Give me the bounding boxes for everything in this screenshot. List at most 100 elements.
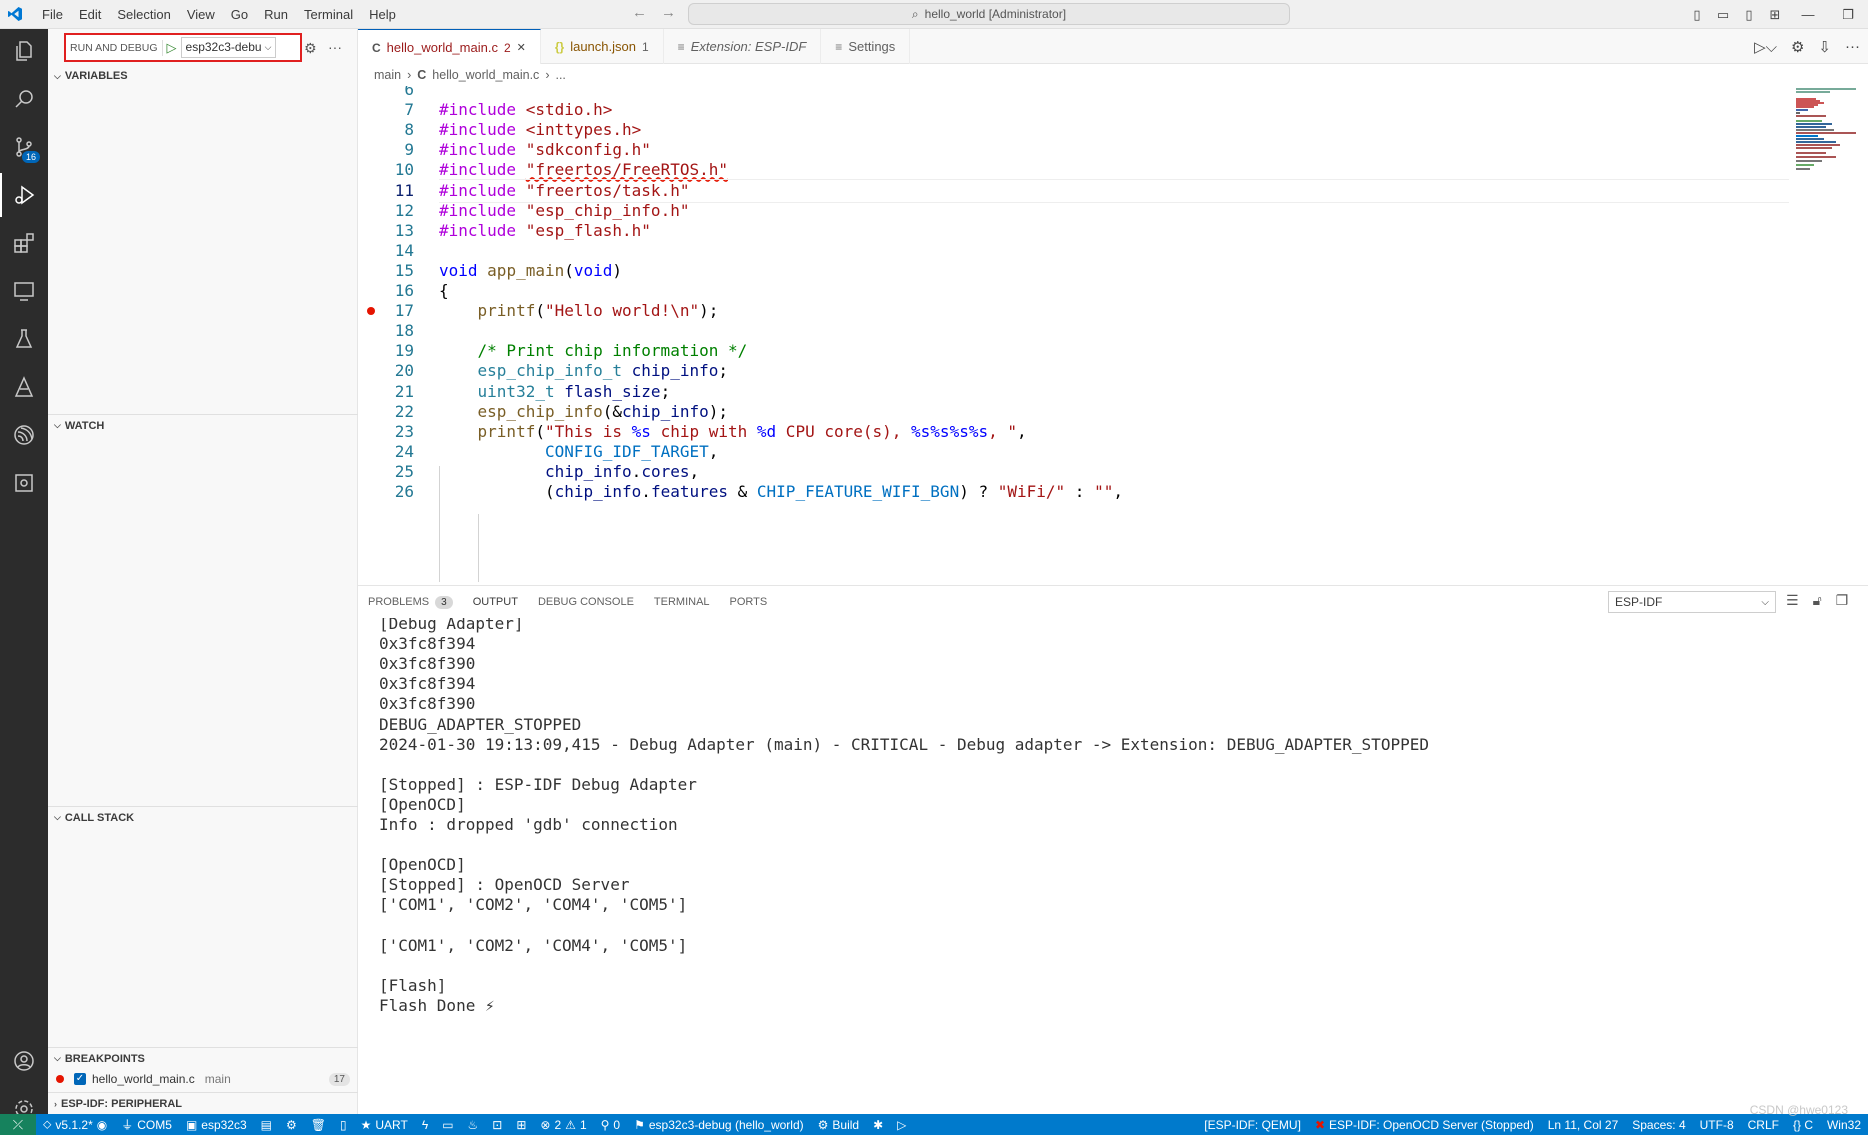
back-arrow-icon[interactable]: ← — [632, 4, 647, 21]
accounts-icon[interactable] — [0, 1039, 48, 1083]
explorer-icon[interactable] — [0, 29, 48, 73]
port-item[interactable]: ⏚ COM5 — [114, 1116, 179, 1133]
flash-icon[interactable]: ⇩ — [1818, 38, 1831, 56]
esp-idf-explorer-icon[interactable] — [0, 461, 48, 505]
menu-terminal[interactable]: Terminal — [296, 7, 361, 22]
deploy-icon[interactable] — [0, 365, 48, 409]
platform[interactable]: Win32 — [1820, 1118, 1868, 1132]
breakpoint-item[interactable]: ✓ hello_world_main.c main 17 — [48, 1068, 358, 1090]
breakpoint-dot-icon — [56, 1075, 64, 1083]
toggle-secondary-sidebar-icon[interactable]: ▯ — [1736, 7, 1762, 23]
breadcrumb-folder[interactable]: main — [374, 68, 401, 82]
source-control-icon[interactable]: 16 — [0, 125, 48, 169]
testing-icon[interactable] — [0, 317, 48, 361]
output-channel-select[interactable]: ESP-IDF ⌵ — [1608, 591, 1776, 613]
idf-version: v5.1.2* — [55, 1117, 93, 1132]
panel-tab-output[interactable]: OUTPUT — [462, 586, 528, 619]
tab-launch-json[interactable]: {} launch.json 1 — [541, 29, 664, 64]
run-debug-sidebar — [48, 29, 358, 1114]
remote-indicator-icon[interactable]: ⤫ — [0, 1114, 36, 1135]
esp-idf-peripheral-section-header[interactable]: › ESP-IDF: PERIPHERAL — [48, 1092, 358, 1114]
remote-explorer-icon[interactable] — [0, 269, 48, 313]
menu-file[interactable]: File — [34, 7, 71, 22]
cursor-position[interactable]: Ln 11, Col 27 — [1541, 1118, 1626, 1132]
debug-bug-icon[interactable]: ✱ — [866, 1118, 890, 1132]
monitor-icon[interactable]: ▭ — [435, 1118, 460, 1132]
code-line[interactable]: 26 (chip_info.features & CHIP_FEATURE_WI… — [358, 480, 1790, 504]
minimap[interactable] — [1790, 86, 1868, 582]
breakpoint-checkbox[interactable]: ✓ — [74, 1073, 86, 1085]
call-stack-section-header[interactable]: ⌵ CALL STACK — [48, 806, 358, 828]
forward-arrow-icon[interactable]: → — [661, 4, 676, 21]
custom-task-icon[interactable]: ⊞ — [509, 1118, 533, 1132]
debug-config-item[interactable]: ⚑ esp32c3-debug (hello_world) — [627, 1118, 811, 1132]
breadcrumb-more[interactable]: ... — [555, 68, 565, 82]
more-actions-icon[interactable]: ··· — [328, 39, 342, 55]
output-line: Flash Done ⚡ — [379, 995, 495, 1015]
language-mode[interactable]: {} C — [1786, 1118, 1820, 1132]
flash-method-item[interactable]: ★ UART — [354, 1118, 415, 1132]
breadcrumb-file[interactable]: hello_world_main.c — [432, 68, 539, 82]
gear-icon: ⚙ — [817, 1117, 829, 1132]
run-debug-icon[interactable] — [0, 173, 48, 217]
toggle-panel-icon[interactable]: ▭ — [1710, 7, 1736, 23]
target-item[interactable]: ▣ esp32c3 — [179, 1118, 254, 1132]
panel-tab-ports[interactable]: PORTS — [720, 586, 778, 619]
settings-gear-icon[interactable]: ⚙ — [279, 1118, 304, 1132]
close-icon[interactable]: ✕ — [517, 41, 526, 54]
idf-version-item[interactable]: ⬦ v5.1.2* ◉ — [36, 1117, 114, 1132]
command-center[interactable]: ⌕ hello_world [Administrator] — [688, 3, 1290, 25]
menu-view[interactable]: View — [179, 7, 223, 22]
lock-icon[interactable]: 🔓︎ — [1813, 592, 1822, 609]
espressif-icon[interactable] — [0, 413, 48, 457]
restore-button[interactable]: ❐ — [1828, 7, 1868, 23]
ports-forward-item[interactable]: ⚲ 0 — [594, 1118, 627, 1132]
start-debugging-icon[interactable]: ▷ — [161, 39, 181, 56]
output-console[interactable]: [Debug Adapter] 0x3fc8f394 0x3fc8f390 0x3fc… — [358, 618, 1868, 1114]
code-token: , — [1017, 421, 1027, 441]
encoding[interactable]: UTF-8 — [1693, 1118, 1741, 1132]
code-editor[interactable]: 6 7 #include <stdio.h> 8 #include <inttypes.… — [358, 86, 1790, 582]
code-token: ( — [439, 482, 555, 501]
run-debug-dropdown-icon[interactable]: ▷⌵ — [1754, 38, 1777, 56]
breakpoints-section-header[interactable]: ⌵ BREAKPOINTS — [48, 1047, 358, 1069]
minimize-button[interactable]: — — [1788, 7, 1828, 22]
tab-settings[interactable]: ≡ Settings — [821, 29, 911, 64]
tab-hello-world-main-c[interactable]: Chello_world_main.c 2 ✕ — [358, 29, 541, 65]
extensions-icon[interactable] — [0, 221, 48, 265]
openocd-item[interactable]: ✖ ESP-IDF: OpenOCD Server (Stopped) — [1308, 1118, 1541, 1132]
indentation[interactable]: Spaces: 4 — [1625, 1118, 1692, 1132]
panel-tab-terminal[interactable]: TERMINAL — [644, 586, 720, 619]
debug-config-select[interactable]: esp32c3-debu ⌵ — [180, 37, 277, 58]
end-of-line[interactable]: CRLF — [1741, 1118, 1786, 1132]
open-launch-json-gear-icon[interactable]: ⚙ — [304, 40, 317, 57]
menu-run[interactable]: Run — [256, 7, 296, 22]
menu-edit[interactable]: Edit — [71, 7, 109, 22]
menu-help[interactable]: Help — [361, 7, 404, 22]
panel-tab-debug-console[interactable]: DEBUG CONSOLE — [528, 586, 644, 619]
flash-device-icon[interactable]: ▯ — [333, 1118, 354, 1132]
editor-actions: ▷⌵ ⚙ ⇩ ··· — [1754, 38, 1860, 56]
gear-icon[interactable]: ⚙ — [1791, 38, 1804, 56]
qemu-item[interactable]: [ESP-IDF: QEMU] — [1197, 1118, 1308, 1132]
full-clean-trash-icon[interactable]: 🗑︎ — [304, 1118, 333, 1132]
variables-section-header[interactable]: ⌵ VARIABLES — [48, 65, 358, 87]
clear-output-icon[interactable]: ☰ — [1786, 592, 1799, 609]
run-icon[interactable]: ▷ — [890, 1118, 913, 1132]
more-actions-icon[interactable]: ··· — [1845, 38, 1860, 56]
build-item[interactable]: ⚙ Build — [811, 1118, 866, 1132]
flame-icon[interactable]: ♨ — [461, 1118, 486, 1132]
problems-item[interactable]: ⊗ 2 ⚠ 1 — [533, 1118, 593, 1132]
flash-lightning-icon[interactable]: ϟ — [415, 1118, 435, 1132]
customize-layout-icon[interactable]: ⊞ — [1762, 7, 1788, 23]
search-icon[interactable] — [0, 77, 48, 121]
open-output-editor-icon[interactable]: ❐ — [1836, 592, 1849, 609]
tab-extension-esp-idf[interactable]: ≡ Extension: ESP-IDF — [664, 29, 822, 64]
watch-section-header[interactable]: ⌵ WATCH — [48, 414, 358, 436]
menu-go[interactable]: Go — [223, 7, 256, 22]
panel-tab-problems[interactable]: PROBLEMS 3 — [358, 586, 463, 619]
terminal-icon[interactable]: ⊡ — [485, 1118, 509, 1132]
menu-selection[interactable]: Selection — [109, 7, 178, 22]
sdk-config-icon[interactable]: ▤ — [254, 1118, 279, 1132]
toggle-sidebar-icon[interactable]: ▯ — [1684, 7, 1710, 23]
